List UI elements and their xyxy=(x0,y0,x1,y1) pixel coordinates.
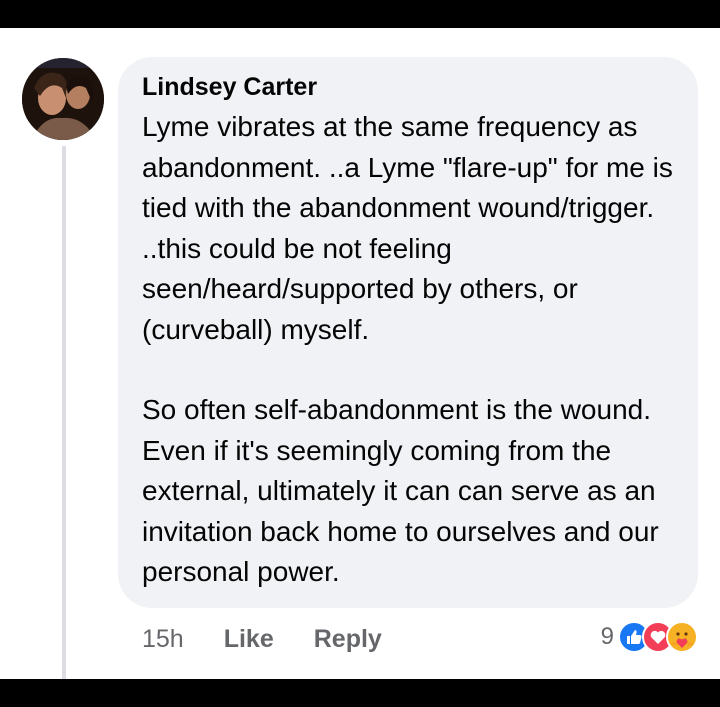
comment-paragraph: Lyme vibrates at the same frequency as a… xyxy=(142,111,673,345)
comment-body: Lyme vibrates at the same frequency as a… xyxy=(142,107,674,593)
comment-area: Lindsey Carter Lyme vibrates at the same… xyxy=(0,28,720,679)
reaction-count: 9 xyxy=(600,623,614,650)
care-icon xyxy=(666,621,698,653)
reply-button[interactable]: Reply xyxy=(314,625,382,654)
thread-line xyxy=(62,146,66,679)
avatar[interactable] xyxy=(22,58,104,140)
status-bar-top xyxy=(0,0,720,28)
reaction-summary[interactable]: 9 xyxy=(601,620,698,654)
comment-actions: 15h Like Reply xyxy=(142,624,422,654)
avatar-photo xyxy=(22,58,104,140)
comment-paragraph: So often self-abandonment is the wound. … xyxy=(142,394,659,587)
comment-bubble: Lindsey Carter Lyme vibrates at the same… xyxy=(118,57,698,608)
comment-time[interactable]: 15h xyxy=(142,625,184,654)
like-button[interactable]: Like xyxy=(224,625,274,654)
comment-author[interactable]: Lindsey Carter xyxy=(142,73,674,101)
nav-bar-bottom xyxy=(0,679,720,707)
